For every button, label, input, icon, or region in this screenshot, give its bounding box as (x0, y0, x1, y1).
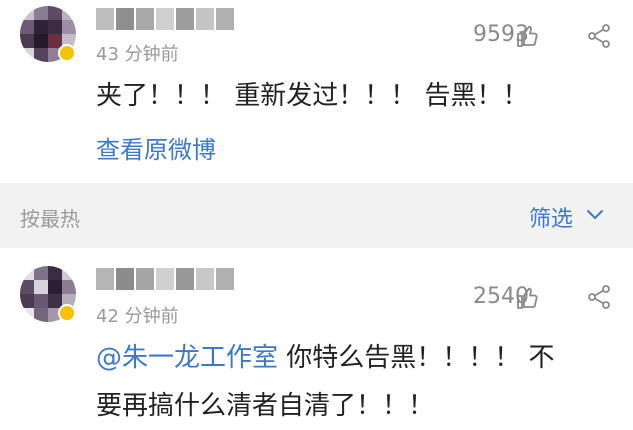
username-blurred[interactable] (96, 268, 234, 290)
filter-button[interactable]: 筛选 (529, 201, 573, 233)
mention-link[interactable]: @朱一龙工作室 (96, 343, 278, 373)
username-blurred[interactable] (96, 8, 234, 30)
share-icon[interactable] (586, 23, 612, 49)
comment-text: 夹了！！！ 重新发过！！！ 告黑！！ (96, 81, 529, 111)
comment-card: 43 分钟前 9593 夹了！！！ 重新发过！！！ 告黑！！ 查看原微博 (0, 0, 633, 183)
comment-time: 42 分钟前 (96, 306, 179, 327)
comment-text-line: @朱一龙工作室 你特么告黑！！！！ 不 (96, 334, 596, 382)
thumbs-up-icon[interactable] (516, 286, 540, 310)
sort-bar: 按最热 筛选 (0, 183, 633, 248)
comment-time: 43 分钟前 (96, 44, 179, 65)
chevron-down-icon[interactable] (585, 205, 605, 225)
view-original-link[interactable]: 查看原微博 (96, 130, 216, 165)
comment-card: 42 分钟前 2540 @朱一龙工作室 你特么告黑！！！！ 不 要再搞什么清者自… (0, 248, 633, 425)
verified-badge (58, 304, 76, 322)
verified-badge (58, 44, 76, 62)
share-icon[interactable] (586, 284, 612, 310)
sort-label[interactable]: 按最热 (20, 203, 80, 232)
comment-text-line: 要再搞什么清者自清了！！！ (96, 391, 435, 421)
comment-text: @朱一龙工作室 你特么告黑！！！！ 不 要再搞什么清者自清了！！！ (96, 334, 596, 430)
comment-text-part: 你特么告黑！！！！ 不 (278, 343, 555, 373)
thumbs-up-icon[interactable] (516, 24, 540, 48)
